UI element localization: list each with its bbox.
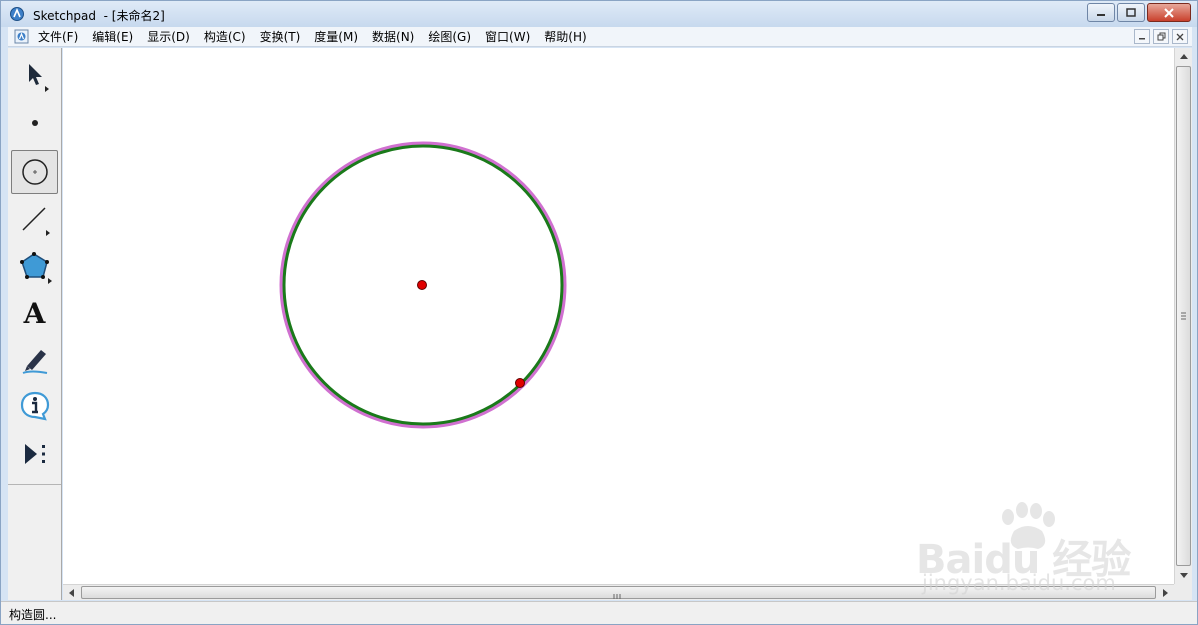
information-icon (20, 391, 49, 421)
arrow-down-icon (1179, 573, 1188, 578)
close-icon (1176, 33, 1184, 40)
restore-icon (1126, 8, 1136, 17)
tool-selection-arrow[interactable] (11, 54, 58, 98)
vertical-scrollbar[interactable] (1174, 48, 1192, 584)
arrow-right-icon (1163, 588, 1168, 597)
arrow-select-icon (28, 64, 49, 92)
status-text: 构造圆... (9, 608, 57, 622)
menu-help[interactable]: 帮助(H) (544, 29, 586, 45)
status-bar: 构造圆... (1, 601, 1197, 624)
text-icon: A (23, 296, 46, 330)
window-controls (1087, 3, 1191, 22)
doc-minimize-button[interactable] (1134, 29, 1150, 44)
sketchpad-window: Sketchpad - [未命名2] 文件(F) 编辑(E) 显示(D) 构造(… (0, 0, 1198, 625)
marker-pen-icon (22, 350, 47, 374)
toolbox-divider (8, 484, 61, 485)
menu-file[interactable]: 文件(F) (38, 29, 78, 45)
close-icon (1164, 7, 1174, 18)
document-icon[interactable] (14, 29, 29, 44)
maximize-button[interactable] (1117, 3, 1145, 22)
watermark-url: jingyan.baidu.com (922, 571, 1116, 595)
baidu-watermark: Baidu 经验 jingyan.baidu.com (916, 497, 1141, 601)
tool-point[interactable] (11, 101, 58, 145)
tool-custom[interactable] (11, 432, 58, 476)
close-button[interactable] (1147, 3, 1191, 22)
scroll-up-button[interactable] (1175, 48, 1192, 65)
point-icon (31, 120, 38, 126)
restore-icon (1157, 32, 1165, 41)
scroll-left-button[interactable] (63, 585, 80, 600)
menu-transform[interactable]: 变换(T) (260, 29, 301, 45)
grip-icon (1181, 312, 1186, 320)
custom-tool-icon (24, 444, 45, 464)
tool-marker[interactable] (11, 338, 58, 382)
menu-graph[interactable]: 绘图(G) (428, 29, 471, 45)
tool-information[interactable] (11, 384, 58, 428)
minimize-button[interactable] (1087, 3, 1115, 22)
polygon-icon (19, 252, 52, 284)
menu-construct[interactable]: 构造(C) (204, 29, 246, 45)
arrow-left-icon (69, 588, 74, 597)
tool-text[interactable]: A (11, 291, 58, 335)
sketchpad-app-icon (10, 7, 24, 21)
toolbox: A (8, 48, 62, 600)
document-window-controls (1134, 29, 1188, 44)
scroll-right-button[interactable] (1157, 585, 1174, 600)
doc-close-button[interactable] (1172, 29, 1188, 44)
menu-display[interactable]: 显示(D) (147, 29, 190, 45)
radius-point[interactable] (515, 378, 525, 388)
straightedge-icon (21, 207, 50, 236)
minimize-icon (1139, 37, 1145, 39)
doc-restore-button[interactable] (1153, 29, 1169, 44)
compass-circle-icon (21, 159, 48, 185)
center-point[interactable] (417, 280, 427, 290)
scrollbar-corner (1174, 584, 1192, 600)
minimize-icon (1097, 13, 1105, 16)
vertical-scroll-thumb[interactable] (1176, 66, 1191, 566)
arrow-up-icon (1179, 54, 1188, 59)
title-bar[interactable]: Sketchpad - [未命名2] (1, 1, 1197, 27)
tool-polygon[interactable] (11, 244, 58, 288)
menu-measure[interactable]: 度量(M) (314, 29, 358, 45)
window-title: Sketchpad - [未命名2] (33, 9, 165, 23)
tool-compass[interactable] (11, 150, 58, 194)
menu-bar: 文件(F) 编辑(E) 显示(D) 构造(C) 变换(T) 度量(M) 数据(N… (8, 27, 1192, 47)
tool-straightedge[interactable] (11, 196, 58, 240)
scroll-down-button[interactable] (1175, 567, 1192, 584)
menu-data[interactable]: 数据(N) (372, 29, 414, 45)
menu-edit[interactable]: 编辑(E) (92, 29, 133, 45)
menu-window[interactable]: 窗口(W) (485, 29, 530, 45)
